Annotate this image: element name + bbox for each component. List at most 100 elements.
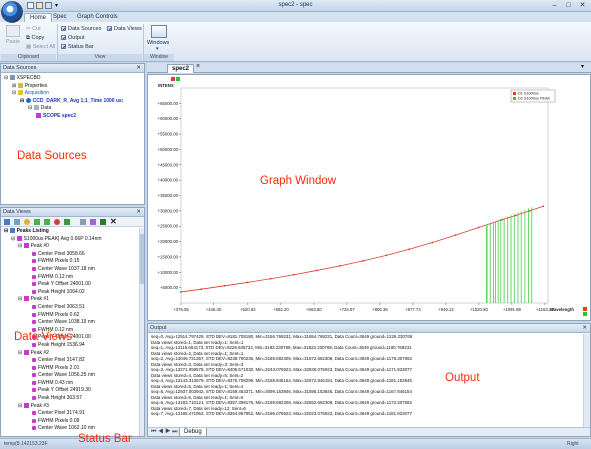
collapse-icon[interactable]: ⊟ (20, 98, 24, 104)
y-tick-label: +15000.00 (158, 254, 179, 259)
tree-node-label: S1000us PEAK] Avg 0.66P 0.14nm (23, 235, 102, 242)
data-views-scrollbar[interactable] (139, 228, 144, 436)
peak-field[interactable]: Peak Y Offset 24001.00 (4, 281, 141, 289)
status-text: temp(8.142153.23F (4, 441, 48, 447)
peak-field[interactable]: FWHM Pixels 2.01 (4, 365, 141, 373)
peak-field[interactable]: Peak Height 363.57 (4, 395, 141, 403)
tree-node-peak[interactable]: ⊟ Peak #1 (4, 296, 141, 304)
copy-button[interactable]: ⧉ Copy (26, 35, 44, 42)
toolbar-delete-icon[interactable] (54, 219, 60, 225)
peak-field-value: Center Pixel 3147.82 (38, 357, 85, 364)
tree-node-acquisition-item[interactable]: ⊟ CCD_DARK_R_Avg 1;1_Time 1000 us; (4, 97, 141, 106)
peak-field[interactable]: Peak Height 1064.02 (4, 289, 141, 297)
collapse-icon[interactable]: ⊟ (11, 236, 15, 242)
collapse-icon[interactable]: ⊟ (4, 228, 8, 234)
peak-field[interactable]: FWHM 0.43 nm (4, 380, 141, 388)
peak-field[interactable]: Center Pixel 3174.91 (4, 410, 141, 418)
panel-close-icon[interactable]: ✕ (136, 64, 141, 73)
collapse-icon[interactable]: ⊟ (4, 75, 8, 81)
toolbar-settings-icon[interactable] (24, 219, 30, 225)
peak-field[interactable]: Center Wave 1056.25 nm (4, 372, 141, 380)
doc-tabs-dropdown-icon[interactable]: ▾ (581, 63, 584, 70)
peak-field[interactable]: Center Pixel 3058.66 (4, 251, 141, 259)
toolbar-view-icon[interactable] (4, 219, 10, 225)
toolbar-chart-icon[interactable] (90, 219, 96, 225)
minimize-icon[interactable]: – (548, 1, 561, 10)
peak-field[interactable]: Peak Y Offset 24919.30 (4, 387, 141, 395)
spectrum-chart[interactable]: +65000.00 +60000.00 +55000.00 +50000.00 +450… (148, 75, 591, 322)
status-bar-checkbox[interactable]: Status Bar (61, 44, 94, 50)
tree-node-peak[interactable]: ⊟ Peak #0 (4, 243, 141, 251)
data-point-d1 (514, 214, 517, 217)
select-all-button[interactable]: ▦ Select All (26, 44, 55, 50)
data-views-checkbox[interactable]: Data Views (107, 26, 142, 32)
panel-close-icon[interactable]: ✕ (136, 208, 141, 217)
data-views-toolbar: ✕ (1, 217, 144, 227)
tree-node-root[interactable]: ⊟ XSPECBD (4, 75, 141, 83)
data-views-checkbox-label: Data Views (114, 26, 142, 32)
output-line: seq=7, Avg=13185.471952, STD DEV=8364.96… (151, 411, 412, 416)
paste-button[interactable]: Paste (6, 39, 20, 45)
new-icon[interactable] (27, 2, 34, 9)
x-tick-label: +520.62 (240, 307, 256, 312)
data-sources-checkbox[interactable]: Data Sources (61, 26, 101, 32)
peak-field[interactable]: Center Wave 1037.18 nm (4, 266, 141, 274)
toolbar-grid-icon[interactable] (80, 219, 86, 225)
doc-tab-close-icon[interactable]: × (196, 63, 200, 70)
toolbar-list-icon[interactable] (14, 219, 20, 225)
qat-dropdown-icon[interactable]: ▾ (55, 2, 58, 9)
collapse-icon[interactable]: ⊟ (18, 403, 22, 409)
tree-node-properties[interactable]: ⊞ Properties (4, 82, 141, 91)
cut-button[interactable]: ✂ Cut (26, 26, 41, 32)
peak-field[interactable]: FWHM Pixels 0.15 (4, 258, 141, 266)
tree-node-peak[interactable]: ⊟ Peak #3 (4, 402, 141, 411)
tab-debug[interactable]: Debug (179, 428, 207, 436)
toolbar-export-icon[interactable] (100, 219, 106, 225)
peak-field[interactable]: Center Pixel 3063.51 (4, 304, 141, 312)
windows-dropdown-icon[interactable]: ▾ (156, 46, 159, 52)
output-checkbox[interactable]: Output (61, 35, 85, 41)
peak-field-value: Center Pixel 3058.66 (38, 250, 85, 257)
tree-node-peaks-listing[interactable]: ⊟ Peaks Listing (4, 228, 141, 236)
tree-node-scope[interactable]: SCOPE spec2 (4, 112, 141, 121)
data-point-d1 (339, 264, 341, 267)
ribbon: Paste ✂ Cut ⧉ Copy ▦ Select All Clipboar… (0, 22, 591, 62)
peak-field[interactable]: FWHM Pixels 0.09 (4, 418, 141, 426)
toolbar-add-icon[interactable] (64, 219, 70, 225)
peak-field[interactable]: Center Pixel 3147.82 (4, 357, 141, 365)
collapse-icon[interactable]: ⊟ (12, 90, 16, 96)
collapse-icon[interactable]: ⊟ (28, 105, 32, 111)
peak-field[interactable]: FWHM 0.12 nm (4, 274, 141, 282)
tree-node-peak[interactable]: ⊟ Peak #2 (4, 349, 141, 358)
save-icon[interactable] (45, 2, 52, 9)
output-log[interactable]: seq=0, Avg=12914.797429, STD DEV=8181.70… (148, 333, 590, 425)
open-folder-icon[interactable] (36, 2, 43, 9)
panel-close-icon[interactable]: ✕ (582, 324, 587, 333)
peak-field[interactable]: Center Wave 1038.19 nm (4, 319, 141, 327)
maximize-icon[interactable]: □ (562, 1, 575, 10)
scrollbar-thumb[interactable] (140, 234, 144, 284)
toolbar-close-view-icon[interactable]: ✕ (110, 217, 117, 226)
collapse-icon[interactable]: ⊟ (18, 350, 22, 356)
peak-field[interactable]: Peak Height 1536.94 (4, 342, 141, 350)
peak-field[interactable]: FWHM Pixels 0.62 (4, 312, 141, 320)
tree-node-data[interactable]: ⊟ Data (4, 105, 141, 113)
data-point-d1 (292, 273, 295, 276)
tree-node-peak-summary[interactable]: ⊟ S1000us PEAK] Avg 0.66P 0.14nm (4, 235, 141, 244)
expand-icon[interactable]: ⊞ (12, 83, 16, 89)
app-menu-orb-icon[interactable] (1, 1, 23, 23)
window-group-label: Window (144, 54, 174, 61)
collapse-icon[interactable]: ⊟ (18, 296, 22, 302)
output-scrollbar[interactable] (583, 334, 590, 427)
tab-spec[interactable]: Spec (48, 13, 72, 22)
toolbar-down-icon[interactable] (44, 219, 50, 225)
doc-tab-spec2[interactable]: spec2 (167, 64, 195, 73)
tab-graph-controls[interactable]: Graph Controls (72, 13, 123, 22)
close-window-icon[interactable]: ✕ (576, 1, 589, 10)
tab-nav-first-icon[interactable]: ⏮ ◀ ▶ ⏭ (151, 429, 178, 436)
collapse-icon[interactable]: ⊟ (18, 243, 22, 249)
tree-node-acquisition[interactable]: ⊟ Acquisition (4, 90, 141, 98)
peak-field[interactable]: Center Wave 1062.10 nm (4, 425, 141, 433)
data-views-title: Data Views (3, 209, 31, 215)
toolbar-up-icon[interactable] (34, 219, 40, 225)
